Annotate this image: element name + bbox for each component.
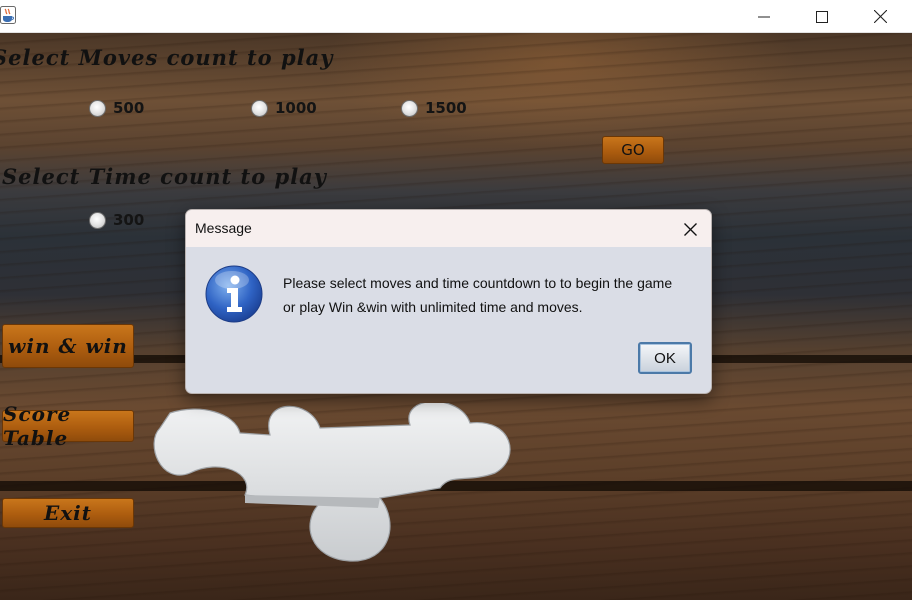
dialog-message-line-1: Please select moves and time countdown t…	[283, 275, 673, 291]
message-dialog: Message Please select moves and time cou…	[185, 209, 712, 394]
info-icon	[205, 265, 263, 323]
time-heading: Select Time count to play	[2, 164, 327, 189]
close-icon	[683, 222, 697, 236]
minimize-button[interactable]	[735, 0, 793, 33]
dialog-message-line-2: or play Win &win with unlimited time and…	[283, 299, 583, 315]
minimize-icon	[758, 16, 770, 17]
radio-button-icon[interactable]	[89, 99, 106, 117]
maximize-button[interactable]	[793, 0, 851, 33]
dialog-close-button[interactable]	[679, 218, 701, 240]
time-radio-300[interactable]: 300	[89, 210, 144, 230]
dialog-message: Please select moves and time countdown t…	[283, 271, 703, 319]
radio-label: 300	[113, 211, 145, 229]
window-titlebar	[0, 0, 912, 33]
win-and-win-button[interactable]: win & win	[2, 324, 134, 368]
dialog-titlebar: Message	[186, 210, 711, 247]
radio-button-icon[interactable]	[251, 99, 268, 117]
dialog-title: Message	[195, 220, 252, 236]
radio-label: 1000	[275, 99, 317, 117]
moves-radio-500[interactable]: 500	[89, 98, 144, 118]
radio-label: 500	[113, 99, 145, 117]
radio-button-icon[interactable]	[401, 99, 418, 117]
moves-radio-1000[interactable]: 1000	[251, 98, 317, 118]
radio-button-icon[interactable]	[89, 211, 106, 229]
java-coffee-cup-icon	[0, 6, 16, 24]
moves-heading: Select Moves count to play	[0, 45, 334, 70]
moves-radio-1500[interactable]: 1500	[401, 98, 467, 118]
score-table-button[interactable]: Score Table	[2, 402, 134, 450]
puzzle-piece-image	[153, 403, 511, 562]
close-icon	[873, 10, 887, 23]
maximize-icon	[816, 10, 828, 23]
go-button[interactable]: GO	[602, 136, 664, 164]
ok-button[interactable]: OK	[638, 342, 692, 374]
exit-button[interactable]: Exit	[2, 498, 134, 528]
window-close-button[interactable]	[851, 0, 909, 33]
radio-label: 1500	[425, 99, 467, 117]
